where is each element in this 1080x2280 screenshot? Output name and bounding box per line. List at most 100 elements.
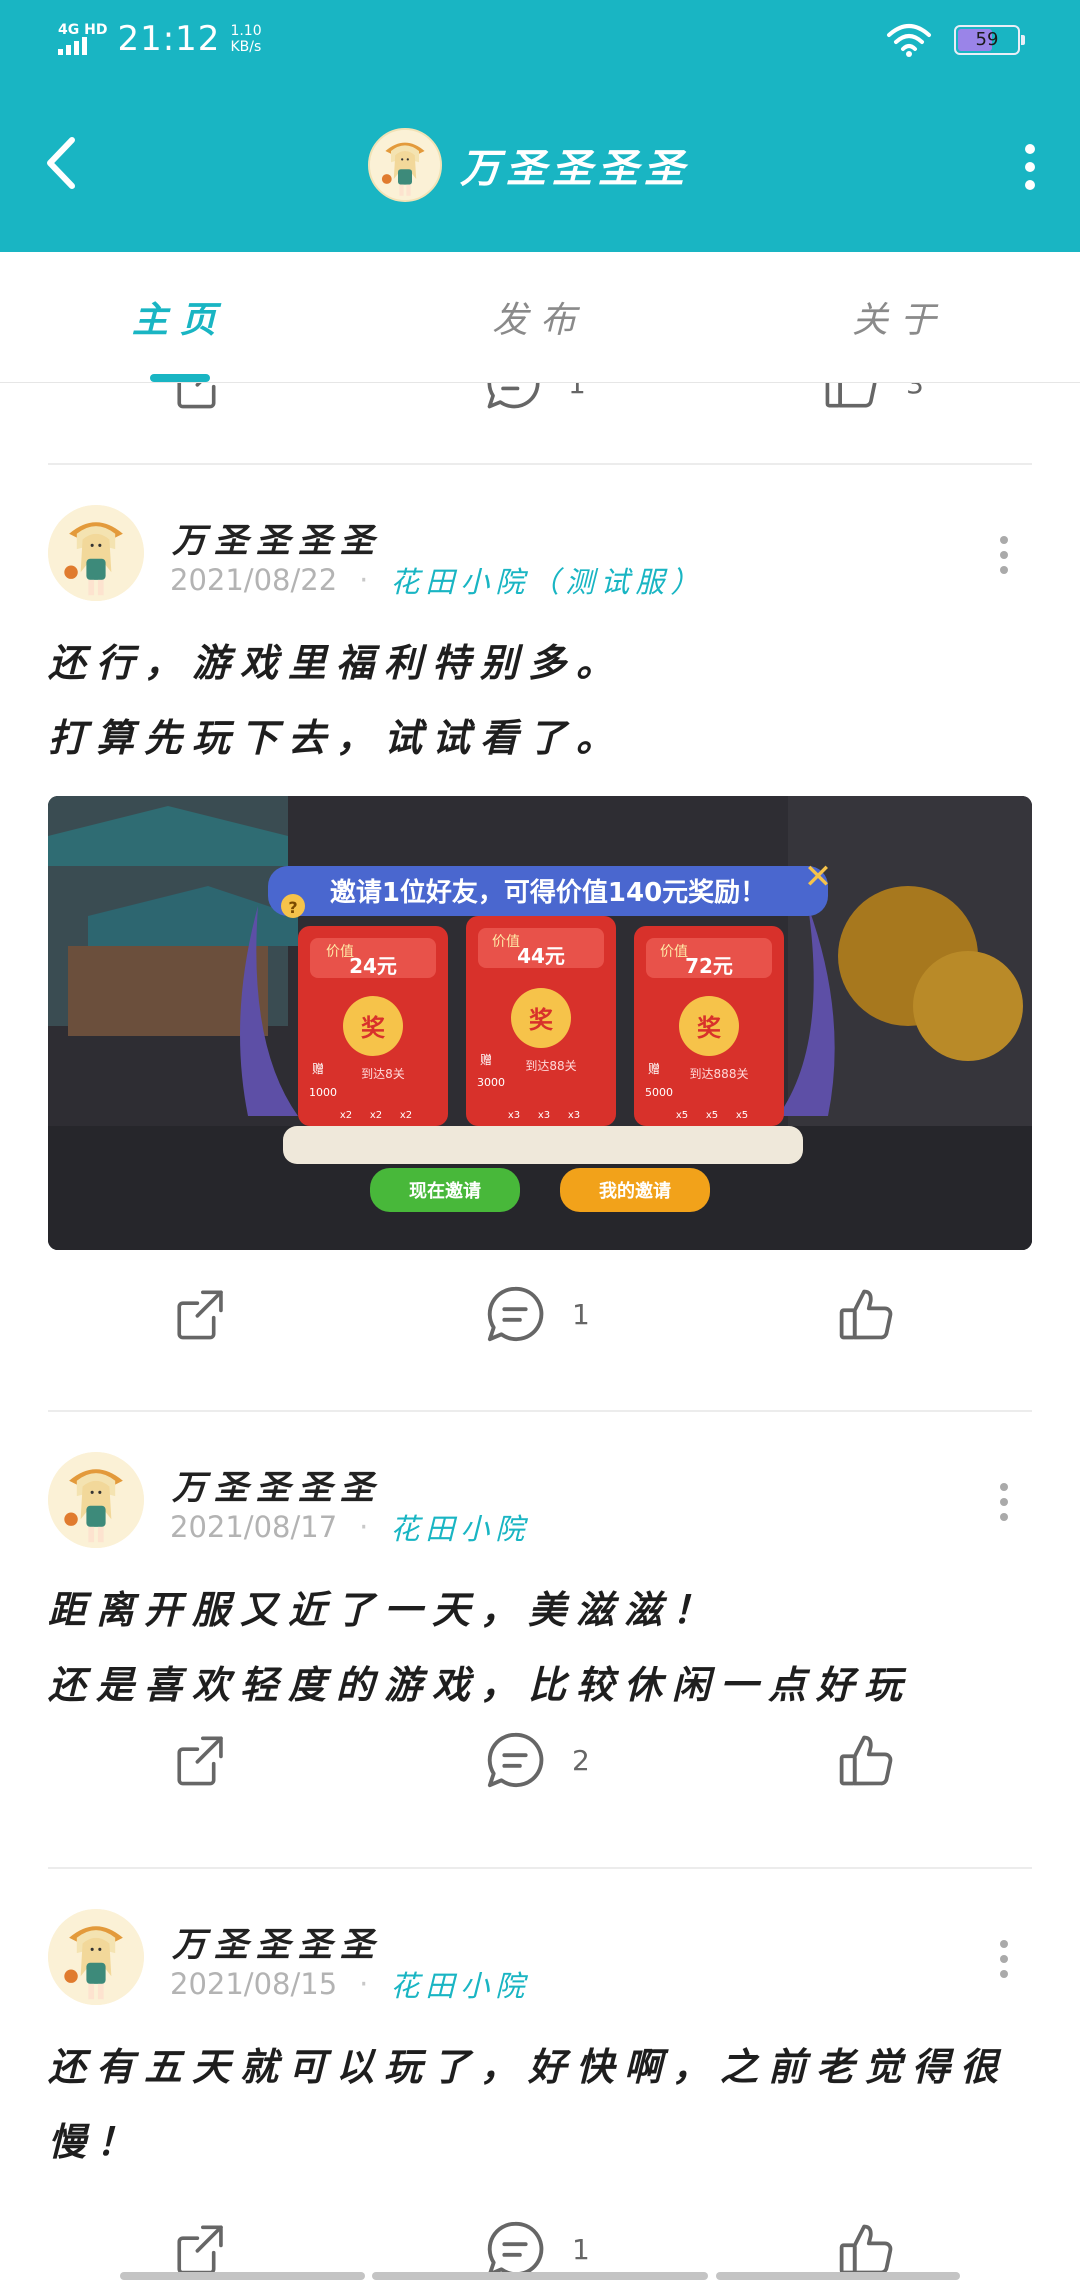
app-title-group: 万圣圣圣圣 xyxy=(368,128,690,202)
like-button[interactable]: 3 xyxy=(822,383,924,423)
bottom-scrollbar[interactable] xyxy=(0,2268,1080,2280)
previous-post-actions: 1 3 xyxy=(0,383,1080,413)
post: 万圣圣圣圣 2021/08/22 · 花田小院（测试服） 还行，游戏里福利特别多… xyxy=(0,505,1080,1405)
status-bar: 4G HD 21:12 1.10 KB/s 59 xyxy=(0,0,1080,80)
author-avatar[interactable] xyxy=(48,1909,144,2005)
post-text[interactable]: 距离开服又近了一天，美滋滋！ 还是喜欢轻度的游戏，比较休闲一点好玩 xyxy=(48,1572,1038,1722)
my-invites-button[interactable]: 我的邀请 xyxy=(599,1180,671,1202)
card-amount: 72元 xyxy=(685,954,733,978)
battery-level: 59 xyxy=(975,29,999,50)
post-image[interactable]: 邀请1位好友，可得价值140元奖励！ ? ✕ 价值 24元 奖 赠 1000 到… xyxy=(48,796,1032,1250)
card-prize: 奖 xyxy=(529,1006,554,1034)
close-icon[interactable]: ✕ xyxy=(804,857,833,897)
comment-button[interactable]: 1 xyxy=(484,383,586,423)
like-button[interactable] xyxy=(836,1720,896,1800)
post-divider xyxy=(48,1867,1032,1869)
author-name[interactable]: 万圣圣圣圣 xyxy=(172,1460,382,1509)
clock: 21:12 xyxy=(117,19,221,59)
post-meta: 2021/08/17 · 花田小院 xyxy=(170,1506,530,1548)
tab-publish[interactable]: 发布 xyxy=(440,252,640,382)
post-divider xyxy=(48,1410,1032,1412)
post-date: 2021/08/22 xyxy=(170,563,338,597)
post-text-line: 还是喜欢轻度的游戏，比较休闲一点好玩 xyxy=(48,1662,913,1707)
app-bar: 万圣圣圣圣 xyxy=(0,80,1080,252)
more-vertical-icon xyxy=(1000,1940,1008,1978)
game-tag[interactable]: 花田小院 xyxy=(390,1506,530,1548)
card-gift-label: 赠 xyxy=(312,1062,324,1076)
more-button[interactable] xyxy=(1018,142,1042,192)
card-prize: 奖 xyxy=(697,1014,722,1042)
post: 万圣圣圣圣 2021/08/17 · 花田小院 距离开服又近了一天，美滋滋！ 还… xyxy=(0,1452,1080,1852)
network-speed: 1.10 KB/s xyxy=(230,23,261,55)
game-tag[interactable]: 花田小院 xyxy=(390,1963,530,2005)
help-icon[interactable]: ? xyxy=(288,898,297,917)
reward-card: 价值 72元 奖 赠 5000 到达888关 x5 x5 x5 xyxy=(634,926,784,1126)
app-avatar xyxy=(368,128,442,202)
meta-separator: · xyxy=(359,1967,369,2001)
tab-bar: 主页 发布 关于 xyxy=(0,252,1080,383)
back-button[interactable] xyxy=(40,130,100,196)
post-text-line: 慢！ xyxy=(48,2119,145,2164)
card-item-count: x5 xyxy=(706,1110,718,1121)
card-tag: 价值 xyxy=(660,944,688,960)
post-text-line: 打算先玩下去，试试看了。 xyxy=(48,715,625,760)
card-tag: 价值 xyxy=(492,934,520,950)
card-prize: 奖 xyxy=(361,1014,386,1042)
reward-card: 价值 44元 奖 赠 3000 到达88关 x3 x3 x3 xyxy=(466,916,616,1126)
author-avatar[interactable] xyxy=(48,505,144,601)
like-icon xyxy=(822,383,880,412)
network-label: 4G HD xyxy=(58,22,108,38)
post-meta: 2021/08/22 · 花田小院（测试服） xyxy=(170,559,705,601)
post-more-button[interactable] xyxy=(998,1939,1010,1979)
comment-icon xyxy=(484,1729,546,1791)
card-item-count: x3 xyxy=(508,1110,520,1121)
author-name[interactable]: 万圣圣圣圣 xyxy=(172,1917,382,1966)
post-actions: 2 xyxy=(0,1720,1080,1800)
tab-indicator xyxy=(150,374,210,382)
comment-icon xyxy=(484,383,542,412)
share-button[interactable] xyxy=(172,383,230,423)
game-screenshot: 邀请1位好友，可得价值140元奖励！ ? ✕ 价值 24元 奖 赠 1000 到… xyxy=(48,796,1032,1250)
post-text[interactable]: 还有五天就可以玩了，好快啊，之前老觉得很 慢！ xyxy=(48,2029,1038,2179)
author-name[interactable]: 万圣圣圣圣 xyxy=(172,513,382,562)
card-requirement: 到达8关 xyxy=(361,1067,405,1081)
card-item-count: x5 xyxy=(676,1110,688,1121)
like-icon xyxy=(836,1284,896,1344)
speed-value: 1.10 xyxy=(230,23,262,39)
author-avatar[interactable] xyxy=(48,1452,144,1548)
post-text[interactable]: 还行，游戏里福利特别多。 打算先玩下去，试试看了。 xyxy=(48,625,1038,775)
card-gift-label: 赠 xyxy=(648,1062,660,1076)
signal-icon: 4G HD xyxy=(58,23,107,55)
card-requirement: 到达88关 xyxy=(525,1059,576,1073)
feed[interactable]: 1 3 万圣圣圣圣 2021/08/22 · 花田小院（测试服） 还行，游戏里福… xyxy=(0,383,1080,2280)
card-item-count: x2 xyxy=(400,1110,412,1121)
like-button[interactable] xyxy=(836,1274,896,1354)
post-text-line: 距离开服又近了一天，美滋滋！ xyxy=(48,1587,721,1632)
battery-icon: 59 xyxy=(954,25,1025,55)
post-more-button[interactable] xyxy=(998,535,1010,575)
comment-count: 2 xyxy=(572,1743,590,1777)
invite-now-button[interactable]: 现在邀请 xyxy=(409,1180,481,1202)
share-icon xyxy=(172,1285,230,1343)
post-meta: 2021/08/15 · 花田小院 xyxy=(170,1963,530,2005)
comment-button[interactable]: 2 xyxy=(484,1720,590,1800)
tab-home[interactable]: 主页 xyxy=(80,252,280,382)
tab-about[interactable]: 关于 xyxy=(800,252,1000,382)
share-icon xyxy=(172,1731,230,1789)
card-gift-label: 赠 xyxy=(480,1053,492,1067)
card-item-count: x2 xyxy=(340,1110,352,1121)
game-tag[interactable]: 花田小院（测试服） xyxy=(390,559,705,601)
reward-card: 价值 24元 奖 赠 1000 到达8关 x2 x2 x2 xyxy=(298,926,448,1126)
comment-button[interactable]: 1 xyxy=(484,1274,590,1354)
share-button[interactable] xyxy=(172,1274,230,1354)
status-left: 4G HD 21:12 1.10 KB/s xyxy=(58,14,262,64)
back-arrow-icon xyxy=(47,137,75,189)
post-more-button[interactable] xyxy=(998,1482,1010,1522)
card-amount: 44元 xyxy=(517,944,565,968)
post-actions: 1 xyxy=(0,1274,1080,1354)
card-gift-amount: 3000 xyxy=(477,1076,505,1089)
speed-unit: KB/s xyxy=(230,39,262,55)
share-button[interactable] xyxy=(172,1720,230,1800)
wifi-icon xyxy=(887,24,931,57)
card-item-count: x3 xyxy=(568,1110,580,1121)
